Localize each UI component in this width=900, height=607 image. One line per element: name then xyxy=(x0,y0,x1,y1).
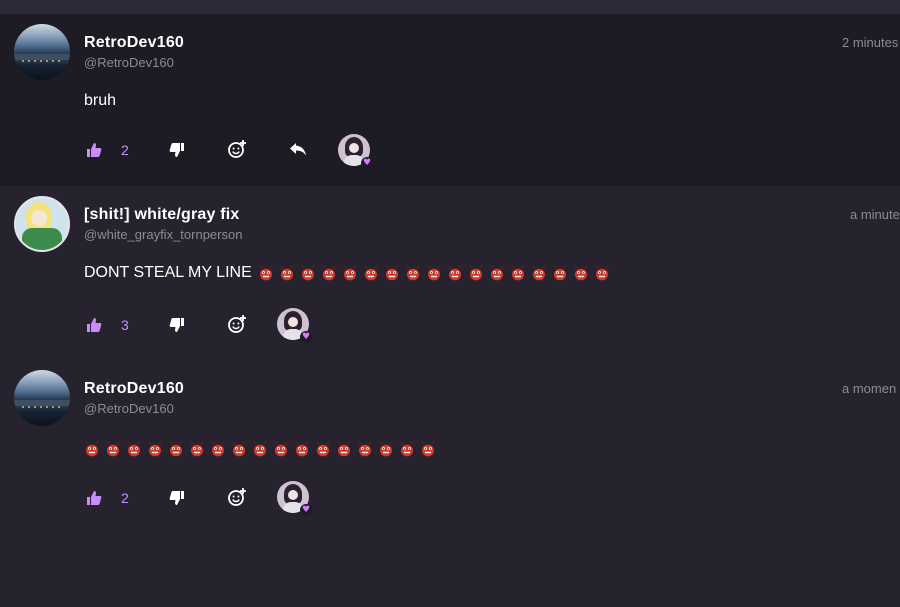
red-bug-emoji xyxy=(400,441,414,457)
red-bug-emoji xyxy=(106,441,120,457)
red-bug-emoji xyxy=(259,265,273,281)
reaction-avatar[interactable]: ♥ xyxy=(277,308,312,343)
red-bug-emoji xyxy=(358,441,372,457)
red-bug-emoji xyxy=(316,441,330,457)
red-bug-emoji xyxy=(211,441,225,457)
red-bug-emoji xyxy=(427,265,441,281)
red-bug-emoji xyxy=(532,265,546,281)
dislike-button[interactable] xyxy=(167,315,187,335)
heart-icon: ♥ xyxy=(300,504,312,516)
reply-button[interactable] xyxy=(288,139,308,159)
author-name[interactable]: RetroDev160 xyxy=(84,34,184,52)
thumbs-down-icon xyxy=(169,491,184,505)
author-handle[interactable]: @RetroDev160 xyxy=(84,55,174,70)
reaction-avatar[interactable]: ♥ xyxy=(338,134,373,169)
red-bug-emoji xyxy=(169,441,183,457)
dislike-button[interactable] xyxy=(167,488,187,508)
add-reaction-button[interactable] xyxy=(226,138,248,160)
add-reaction-icon xyxy=(228,315,246,333)
red-bug-emoji xyxy=(379,441,393,457)
red-bug-emoji xyxy=(295,441,309,457)
heart-icon: ♥ xyxy=(300,331,312,343)
dislike-button[interactable] xyxy=(167,140,187,160)
thumbs-down-icon xyxy=(169,318,184,332)
like-count: 3 xyxy=(121,317,129,333)
reply-icon xyxy=(290,143,306,156)
red-bug-emoji xyxy=(511,265,525,281)
thumbs-up-icon xyxy=(87,143,102,157)
red-bug-emoji xyxy=(406,265,420,281)
red-bug-emoji xyxy=(337,441,351,457)
post-text: DONT STEAL MY LINE xyxy=(84,264,610,282)
red-bug-emoji xyxy=(190,441,204,457)
author-avatar[interactable] xyxy=(14,196,70,252)
author-name[interactable]: RetroDev160 xyxy=(84,380,184,398)
author-avatar[interactable] xyxy=(14,24,70,80)
red-bug-emoji xyxy=(148,441,162,457)
author-name[interactable]: [shit!] white/gray fix xyxy=(84,206,240,224)
red-bug-emoji xyxy=(574,265,588,281)
author-handle[interactable]: @white_grayfix_tornperson xyxy=(84,227,242,242)
post-text: bruh xyxy=(84,92,117,109)
red-bug-emoji xyxy=(85,441,99,457)
emoji-row xyxy=(258,265,610,281)
reaction-avatar[interactable]: ♥ xyxy=(277,481,312,516)
red-bug-emoji xyxy=(469,265,483,281)
like-button[interactable] xyxy=(84,488,104,508)
red-bug-emoji xyxy=(127,441,141,457)
red-bug-emoji xyxy=(301,265,315,281)
thumbs-up-icon xyxy=(87,491,102,505)
red-bug-emoji xyxy=(232,441,246,457)
heart-icon: ♥ xyxy=(361,157,373,169)
like-count: 2 xyxy=(121,142,129,158)
thumbs-up-icon xyxy=(87,318,102,332)
add-reaction-icon xyxy=(228,140,246,158)
post-timestamp: a momen xyxy=(842,381,897,396)
like-count: 2 xyxy=(121,490,129,506)
red-bug-emoji xyxy=(274,441,288,457)
red-bug-emoji xyxy=(253,441,267,457)
post: RetroDev160 @RetroDev160 a momen 2 ♥ xyxy=(0,360,900,540)
post: RetroDev160 @RetroDev160 2 minutes bruh … xyxy=(0,14,900,186)
red-bug-emoji xyxy=(595,265,609,281)
thumbs-down-icon xyxy=(169,143,184,157)
add-reaction-icon xyxy=(228,488,246,506)
post-timestamp: a minute xyxy=(850,207,900,222)
red-bug-emoji xyxy=(553,265,567,281)
red-bug-emoji xyxy=(385,265,399,281)
red-bug-emoji xyxy=(280,265,294,281)
like-button[interactable] xyxy=(84,140,104,160)
post: [shit!] white/gray fix @white_grayfix_to… xyxy=(0,186,900,360)
post-timestamp: 2 minutes xyxy=(842,35,899,50)
like-button[interactable] xyxy=(84,315,104,335)
author-handle[interactable]: @RetroDev160 xyxy=(84,401,174,416)
red-bug-emoji xyxy=(448,265,462,281)
top-bar xyxy=(0,0,900,14)
add-reaction-button[interactable] xyxy=(226,486,248,508)
add-reaction-button[interactable] xyxy=(226,313,248,335)
author-avatar[interactable] xyxy=(14,370,70,426)
red-bug-emoji xyxy=(364,265,378,281)
post-text-content: DONT STEAL MY LINE xyxy=(84,264,252,281)
red-bug-emoji xyxy=(421,441,435,457)
red-bug-emoji xyxy=(322,265,336,281)
emoji-row xyxy=(84,441,436,457)
red-bug-emoji xyxy=(343,265,357,281)
red-bug-emoji xyxy=(490,265,504,281)
